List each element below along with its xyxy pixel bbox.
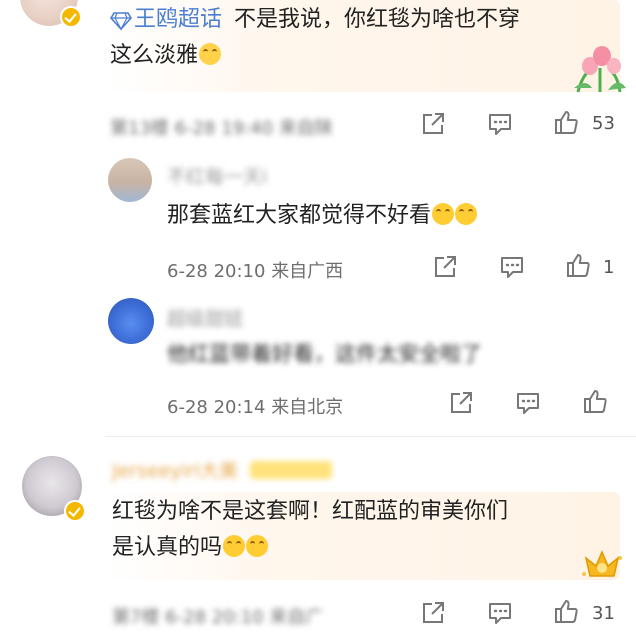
comment-meta: 第7楼 6-28 20:10 来自广 <box>112 607 324 628</box>
like-count: 31 <box>592 603 615 624</box>
share-button[interactable] <box>420 111 446 137</box>
comment-button[interactable] <box>487 111 513 137</box>
crying-emoji-icon <box>199 43 222 65</box>
comment-text: 那套蓝红大家都觉得不好看 <box>167 198 478 234</box>
like-count: 1 <box>603 257 615 278</box>
share-button[interactable] <box>420 600 446 626</box>
like-button[interactable] <box>553 109 579 135</box>
comment-button[interactable] <box>515 390 541 416</box>
drooling-emoji-icon <box>246 535 269 557</box>
like-button[interactable] <box>565 252 591 278</box>
like-button[interactable] <box>553 598 579 624</box>
comment-text-line: 这么淡雅 <box>110 43 199 68</box>
share-button[interactable] <box>448 390 474 416</box>
comment-text: 他红蓝带着好看，这件太安全啦了 <box>167 342 482 366</box>
avatar[interactable] <box>108 298 154 344</box>
location: 来自广西 <box>271 261 344 282</box>
comment-meta: 6-28 20:10 来自广西 <box>167 257 343 283</box>
location: 来自北京 <box>271 397 344 418</box>
username[interactable]: 超级甜妞 <box>167 304 243 331</box>
gold-crown-sticker-icon <box>578 544 626 584</box>
share-button[interactable] <box>432 254 458 280</box>
avatar[interactable] <box>108 158 152 202</box>
divider <box>105 436 636 437</box>
comment-button[interactable] <box>487 600 513 626</box>
verified-badge <box>64 500 86 522</box>
like-button[interactable] <box>582 388 608 414</box>
username[interactable]: 王鸥超话 <box>134 7 222 32</box>
timestamp: 6-28 20:14 <box>167 397 266 418</box>
tulip-sticker-icon <box>572 42 628 94</box>
verified-badge <box>60 6 82 28</box>
drooling-emoji-icon <box>223 535 246 557</box>
laughing-emoji-icon <box>455 203 478 225</box>
comment-button[interactable] <box>499 254 525 280</box>
comment-text: 红毯为啥不是这套啊！红配蓝的审美你们 是认真的吗 <box>112 499 509 560</box>
laughing-emoji-icon <box>432 203 455 225</box>
comment-text-line: 不是我说，你红毯为啥也不穿 <box>234 7 521 32</box>
fan-badge <box>250 461 333 479</box>
like-count: 53 <box>592 113 615 134</box>
username[interactable]: 不红每一天i <box>167 162 267 189</box>
comment-text: 王鸥超话 不是我说，你红毯为啥也不穿 这么淡雅 <box>110 2 630 74</box>
timestamp: 6-28 20:10 <box>167 261 266 282</box>
username[interactable]: Jerseeyiri大美 <box>112 456 333 483</box>
comment-meta: 第13楼 6-28 19:40 来自陕 <box>110 118 333 139</box>
comment-meta: 6-28 20:14 来自北京 <box>167 393 343 419</box>
